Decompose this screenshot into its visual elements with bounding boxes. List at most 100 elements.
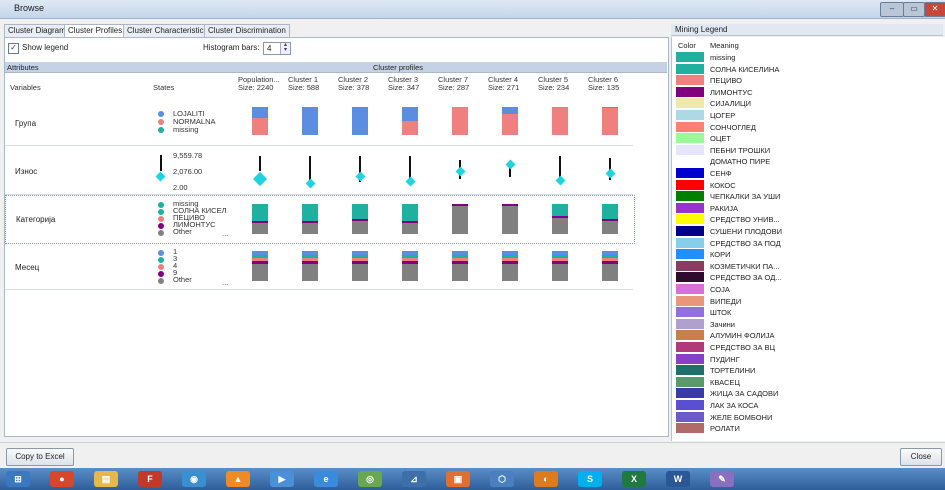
iznos-range-mark[interactable] <box>452 153 468 187</box>
box-icon[interactable]: ⬡ <box>490 471 514 487</box>
network-icon[interactable]: ◎ <box>358 471 382 487</box>
mesec-histogram[interactable] <box>352 251 368 281</box>
iznos-range-mark[interactable] <box>402 153 418 187</box>
kategorija-histogram[interactable] <box>602 204 618 234</box>
firefox-icon[interactable]: ◐ <box>534 471 558 487</box>
legend-title: Mining Legend <box>671 24 943 36</box>
excel-icon[interactable]: X <box>622 471 646 487</box>
legend-swatch <box>676 295 704 306</box>
legend-swatch <box>676 237 704 248</box>
mesec-histogram[interactable] <box>452 251 468 281</box>
tab-cluster-discrimination[interactable]: Cluster Discrimination <box>204 24 290 37</box>
legend-label: ПЕБНИ ТРОШКИ <box>710 145 771 155</box>
legend-label: missing <box>710 53 736 62</box>
legend-swatch <box>676 342 704 352</box>
grupa-histogram[interactable] <box>602 107 618 135</box>
analysis-icon[interactable]: ⊿ <box>402 471 426 487</box>
grupa-histogram[interactable] <box>352 107 368 135</box>
iznos-range-mark[interactable] <box>552 153 568 187</box>
mesec-histogram[interactable] <box>552 251 568 281</box>
tab-cluster-profiles[interactable]: Cluster Profiles <box>64 24 127 38</box>
legend-item: РАКИЈА <box>676 202 938 214</box>
grupa-histogram[interactable] <box>252 107 268 135</box>
paint-icon[interactable]: ✎ <box>710 471 734 487</box>
legend-swatch <box>676 411 704 422</box>
legend-label: ЖЕЛЕ БОМБОНИ <box>710 412 773 422</box>
legend-swatch <box>676 121 704 132</box>
state-color-dot <box>158 257 164 263</box>
legend-swatch <box>676 318 704 329</box>
mesec-histogram[interactable] <box>602 251 618 281</box>
histogram-segment <box>402 121 418 135</box>
histogram-spinner[interactable]: 4 ▴ ▾ <box>263 42 291 55</box>
legend-swatch <box>676 249 704 260</box>
minimize-button[interactable]: – <box>880 2 904 17</box>
mesec-histogram[interactable] <box>502 251 518 281</box>
mesec-histogram[interactable] <box>302 251 318 281</box>
mesec-histogram[interactable] <box>252 251 268 281</box>
tab-cluster-diagram[interactable]: Cluster Diagram <box>4 24 70 37</box>
legend-swatch <box>676 307 704 318</box>
legend-label: СОЈА <box>710 285 730 294</box>
legend-label: Зачини <box>710 319 735 329</box>
iznos-range-mark[interactable] <box>252 153 268 187</box>
histogram-segment <box>602 221 618 234</box>
chrome-icon[interactable]: ● <box>50 471 74 487</box>
legend-item: ЛИМОНТУС <box>676 86 938 98</box>
copy-to-excel-button[interactable]: Copy to Excel <box>6 448 74 466</box>
maximize-button[interactable]: ▭ <box>903 2 925 17</box>
kategorija-histogram[interactable] <box>552 204 568 234</box>
histogram-segment <box>602 204 618 219</box>
spinner-arrows-icon[interactable]: ▴ ▾ <box>280 42 290 54</box>
kategorija-histogram[interactable] <box>402 204 418 234</box>
grupa-histogram[interactable] <box>452 107 468 135</box>
mean-diamond <box>252 171 268 187</box>
legend-item: СЕНФ <box>676 168 938 179</box>
vlc-icon[interactable]: ▲ <box>226 471 250 487</box>
grupa-histogram[interactable] <box>502 107 518 135</box>
histogram-segment <box>252 118 268 135</box>
show-legend-checkbox[interactable]: ✓ <box>8 43 19 54</box>
variable-label: Износ <box>15 167 38 176</box>
kategorija-histogram[interactable] <box>452 204 468 234</box>
grupa-histogram[interactable] <box>302 107 318 135</box>
close-window-button[interactable]: ✕ <box>924 2 945 17</box>
kategorija-histogram[interactable] <box>252 204 268 234</box>
word-icon[interactable]: W <box>666 471 690 487</box>
legend-item: ШТОК <box>676 307 938 318</box>
mesec-histogram[interactable] <box>402 251 418 281</box>
start-icon[interactable]: ⊞ <box>6 471 30 487</box>
skype-icon[interactable]: S <box>578 471 602 487</box>
app2-icon[interactable]: ▣ <box>446 471 470 487</box>
kategorija-histogram[interactable] <box>502 204 518 234</box>
iznos-range-mark[interactable] <box>302 153 318 189</box>
row-kategorija[interactable]: Категорија <box>5 195 635 244</box>
app-icon[interactable]: ◉ <box>182 471 206 487</box>
iznos-range-mark[interactable] <box>602 153 618 187</box>
legend-label: СРЕДСТВО ЗА ВЦ <box>710 343 776 352</box>
legend-label: ЛАК ЗА КОСА <box>710 401 759 410</box>
close-button[interactable]: Close <box>900 448 942 466</box>
media-icon[interactable]: ▶ <box>270 471 294 487</box>
iznos-range-mark[interactable] <box>502 153 518 187</box>
kategorija-histogram[interactable] <box>302 204 318 234</box>
tab-cluster-characteristics[interactable]: Cluster Characteristics <box>123 24 212 37</box>
iznos-range-mark[interactable] <box>352 153 368 187</box>
cluster-profiles-header: Cluster profiles <box>373 63 424 72</box>
histogram-segment <box>552 264 568 281</box>
legend-label: СОЛНА КИСЕЛИНА <box>710 64 780 74</box>
grupa-histogram[interactable] <box>552 107 568 135</box>
legend-label: ЖИЦА ЗА САДОВИ <box>710 389 779 399</box>
legend-label: СОНЧОГЛЕД <box>710 122 756 132</box>
legend-item: missing <box>676 52 938 63</box>
ie-icon[interactable]: e <box>314 471 338 487</box>
explorer-icon[interactable]: ▤ <box>94 471 118 487</box>
states-header: States <box>153 83 175 92</box>
kategorija-histogram[interactable] <box>352 204 368 234</box>
filezilla-icon[interactable]: F <box>138 471 162 487</box>
legend-swatch <box>676 156 704 167</box>
grupa-histogram[interactable] <box>402 107 418 135</box>
histogram-segment <box>552 218 568 234</box>
mining-legend: Color Meaning missing СОЛНА КИСЕЛИНА ПЕЦИВ… <box>671 37 945 441</box>
legend-item: СУШЕНИ ПЛОДОВИ <box>676 226 938 237</box>
